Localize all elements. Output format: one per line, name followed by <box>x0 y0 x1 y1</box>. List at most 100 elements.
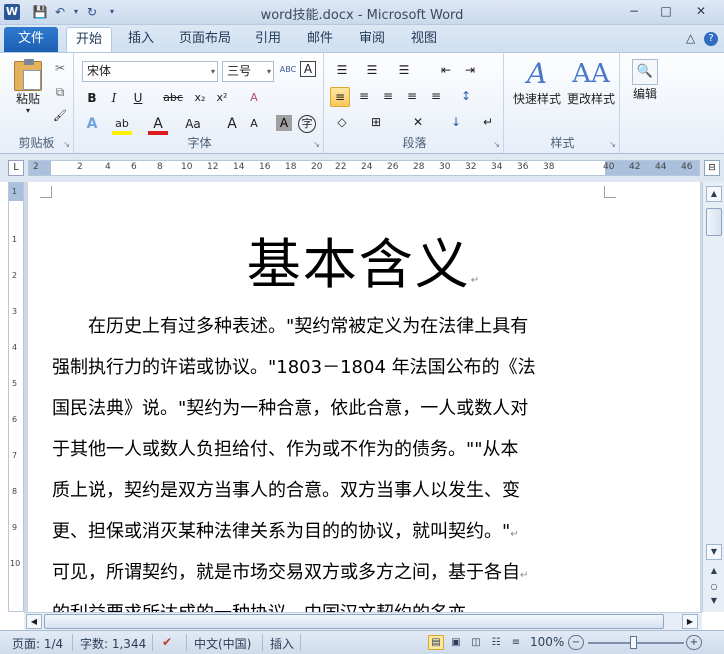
scroll-right-icon[interactable]: ▶ <box>682 614 698 629</box>
font-size-combo[interactable]: 三号 ▾ <box>222 61 274 82</box>
chinese-layout-icon[interactable]: ✕ <box>408 113 428 133</box>
close-button[interactable]: ✕ <box>686 3 716 20</box>
zoom-slider-thumb[interactable] <box>630 636 637 649</box>
outline-view-icon[interactable]: ☷ <box>488 635 504 650</box>
underline-button[interactable]: U <box>128 89 148 109</box>
tab-review[interactable]: 审阅 <box>352 27 392 52</box>
document-body[interactable]: 在历史上有过多种表述。"契约常被定义为在法律上具有 强制执行力的许诺或协议。"1… <box>52 306 612 612</box>
distributed-button[interactable]: ≡ <box>426 87 446 107</box>
bullets-icon[interactable]: ☰ <box>332 61 352 81</box>
vertical-scroll-thumb[interactable] <box>706 208 722 236</box>
styles-launcher-icon[interactable]: ↘ <box>609 140 616 149</box>
paragraph-launcher-icon[interactable]: ↘ <box>493 140 500 149</box>
char-border-icon[interactable]: A <box>300 61 316 77</box>
multilevel-list-icon[interactable]: ☰ <box>394 61 414 81</box>
language-indicator[interactable]: 中文(中国) <box>194 635 251 652</box>
proofing-icon[interactable]: ✔ <box>162 635 172 649</box>
shrink-font-icon[interactable]: A <box>244 115 264 135</box>
tab-view[interactable]: 视图 <box>404 27 444 52</box>
tab-references[interactable]: 引用 <box>248 27 288 52</box>
undo-dropdown-icon[interactable]: ▾ <box>68 4 84 20</box>
paste-button[interactable]: 粘贴 ▾ <box>8 59 48 115</box>
horizontal-scroll-thumb[interactable] <box>44 614 664 629</box>
clear-format-icon[interactable]: A <box>244 89 264 109</box>
bold-button[interactable]: B <box>82 89 102 109</box>
zoom-in-button[interactable]: + <box>686 635 702 650</box>
copy-icon[interactable]: ⧉ <box>50 83 70 103</box>
align-left-button[interactable]: ≡ <box>330 87 350 107</box>
tab-mailings[interactable]: 邮件 <box>300 27 340 52</box>
quick-styles-button[interactable]: A 快速样式 <box>510 57 564 121</box>
change-styles-button[interactable]: AA 更改样式 <box>564 57 618 121</box>
web-layout-view-icon[interactable]: ◫ <box>468 635 484 650</box>
align-right-button[interactable]: ≡ <box>378 87 398 107</box>
scroll-down-icon[interactable]: ▼ <box>706 544 722 560</box>
sort-icon[interactable]: ↓ <box>446 113 466 133</box>
minimize-button[interactable]: − <box>622 3 646 20</box>
zoom-level[interactable]: 100% <box>530 635 564 649</box>
justify-button[interactable]: ≡ <box>402 87 422 107</box>
zoom-out-button[interactable]: − <box>568 635 584 650</box>
paste-dropdown-icon[interactable]: ▾ <box>8 107 48 115</box>
print-layout-view-icon[interactable]: ▤ <box>428 635 444 650</box>
horizontal-scrollbar[interactable]: ◀ ▶ <box>24 612 702 630</box>
vertical-scrollbar[interactable]: ▲ ▼ ▲ ○ ▼ <box>702 182 724 612</box>
save-icon[interactable]: 💾 <box>32 4 48 20</box>
word-app-icon[interactable]: W <box>4 4 20 20</box>
enclose-chars-icon[interactable]: 字 <box>298 115 316 133</box>
tab-selector[interactable]: L <box>8 160 24 176</box>
insert-mode-indicator[interactable]: 插入 <box>270 635 294 652</box>
center-button[interactable]: ≡ <box>354 87 374 107</box>
subscript-button[interactable]: x₂ <box>190 89 210 109</box>
vertical-ruler[interactable]: 1 1 2 3 4 5 6 7 8 9 10 <box>8 182 24 612</box>
grow-font-icon[interactable]: A <box>222 115 242 135</box>
clipboard-launcher-icon[interactable]: ↘ <box>63 140 70 149</box>
page-count[interactable]: 页面: 1/4 <box>12 635 63 652</box>
decrease-indent-icon[interactable]: ⇤ <box>436 61 456 81</box>
chevron-down-icon[interactable]: ▾ <box>267 62 271 81</box>
char-shading-icon[interactable]: A <box>276 115 292 131</box>
phonetic-guide-icon[interactable]: ABC <box>278 61 298 81</box>
numbering-icon[interactable]: ☰ <box>362 61 382 81</box>
tab-home[interactable]: 开始 <box>66 27 112 52</box>
font-launcher-icon[interactable]: ↘ <box>313 140 320 149</box>
highlight-icon[interactable]: ab <box>112 115 132 135</box>
change-case-icon[interactable]: Aa <box>180 115 206 135</box>
document-heading[interactable]: 基本含义↵ <box>28 220 700 299</box>
document-page[interactable]: 基本含义↵ 在历史上有过多种表述。"契约常被定义为在法律上具有 强制执行力的许诺… <box>28 182 700 612</box>
full-screen-view-icon[interactable]: ▣ <box>448 635 464 650</box>
redo-icon[interactable]: ↻ <box>84 4 100 20</box>
font-name-combo[interactable]: 宋体 ▾ <box>82 61 218 82</box>
horizontal-ruler[interactable]: 2 2 4 6 8 10 12 14 16 18 20 22 24 26 28 … <box>28 160 700 176</box>
draft-view-icon[interactable]: ≡ <box>508 635 524 650</box>
cut-icon[interactable]: ✂ <box>50 59 70 79</box>
strikethrough-button[interactable]: abc <box>160 89 186 109</box>
text-effects-icon[interactable]: A <box>82 115 102 135</box>
customize-qat-icon[interactable]: ▾ <box>104 4 120 20</box>
font-color-icon[interactable]: A <box>148 115 168 135</box>
tab-insert[interactable]: 插入 <box>120 27 162 52</box>
line-spacing-icon[interactable]: ↕ <box>456 87 476 107</box>
tab-page-layout[interactable]: 页面布局 <box>172 27 238 52</box>
scroll-left-icon[interactable]: ◀ <box>26 614 42 629</box>
scroll-up-icon[interactable]: ▲ <box>706 186 722 202</box>
italic-button[interactable]: I <box>104 89 124 109</box>
document-area[interactable]: 基本含义↵ 在历史上有过多种表述。"契约常被定义为在法律上具有 强制执行力的许诺… <box>24 182 702 612</box>
view-ruler-icon[interactable]: ⊟ <box>704 160 720 176</box>
help-icon[interactable]: ? <box>704 32 718 46</box>
next-page-icon[interactable]: ▼ <box>706 594 722 610</box>
borders-icon[interactable]: ⊞ <box>366 113 386 133</box>
increase-indent-icon[interactable]: ⇥ <box>460 61 480 81</box>
word-count[interactable]: 字数: 1,344 <box>80 635 146 652</box>
undo-icon[interactable]: ↶ <box>52 4 68 20</box>
maximize-button[interactable]: □ <box>654 3 678 20</box>
chevron-down-icon[interactable]: ▾ <box>211 62 215 81</box>
previous-page-icon[interactable]: ▲ <box>706 564 722 580</box>
superscript-button[interactable]: x² <box>212 89 232 109</box>
editing-button[interactable]: 🔍 编辑 <box>626 57 664 117</box>
tab-file[interactable]: 文件 <box>4 27 58 52</box>
format-painter-icon[interactable]: 🖌 <box>50 107 70 127</box>
ribbon-collapse-icon[interactable]: △ <box>686 31 695 45</box>
shading-icon[interactable]: ◇ <box>332 113 352 133</box>
show-marks-icon[interactable]: ↵ <box>478 113 498 133</box>
